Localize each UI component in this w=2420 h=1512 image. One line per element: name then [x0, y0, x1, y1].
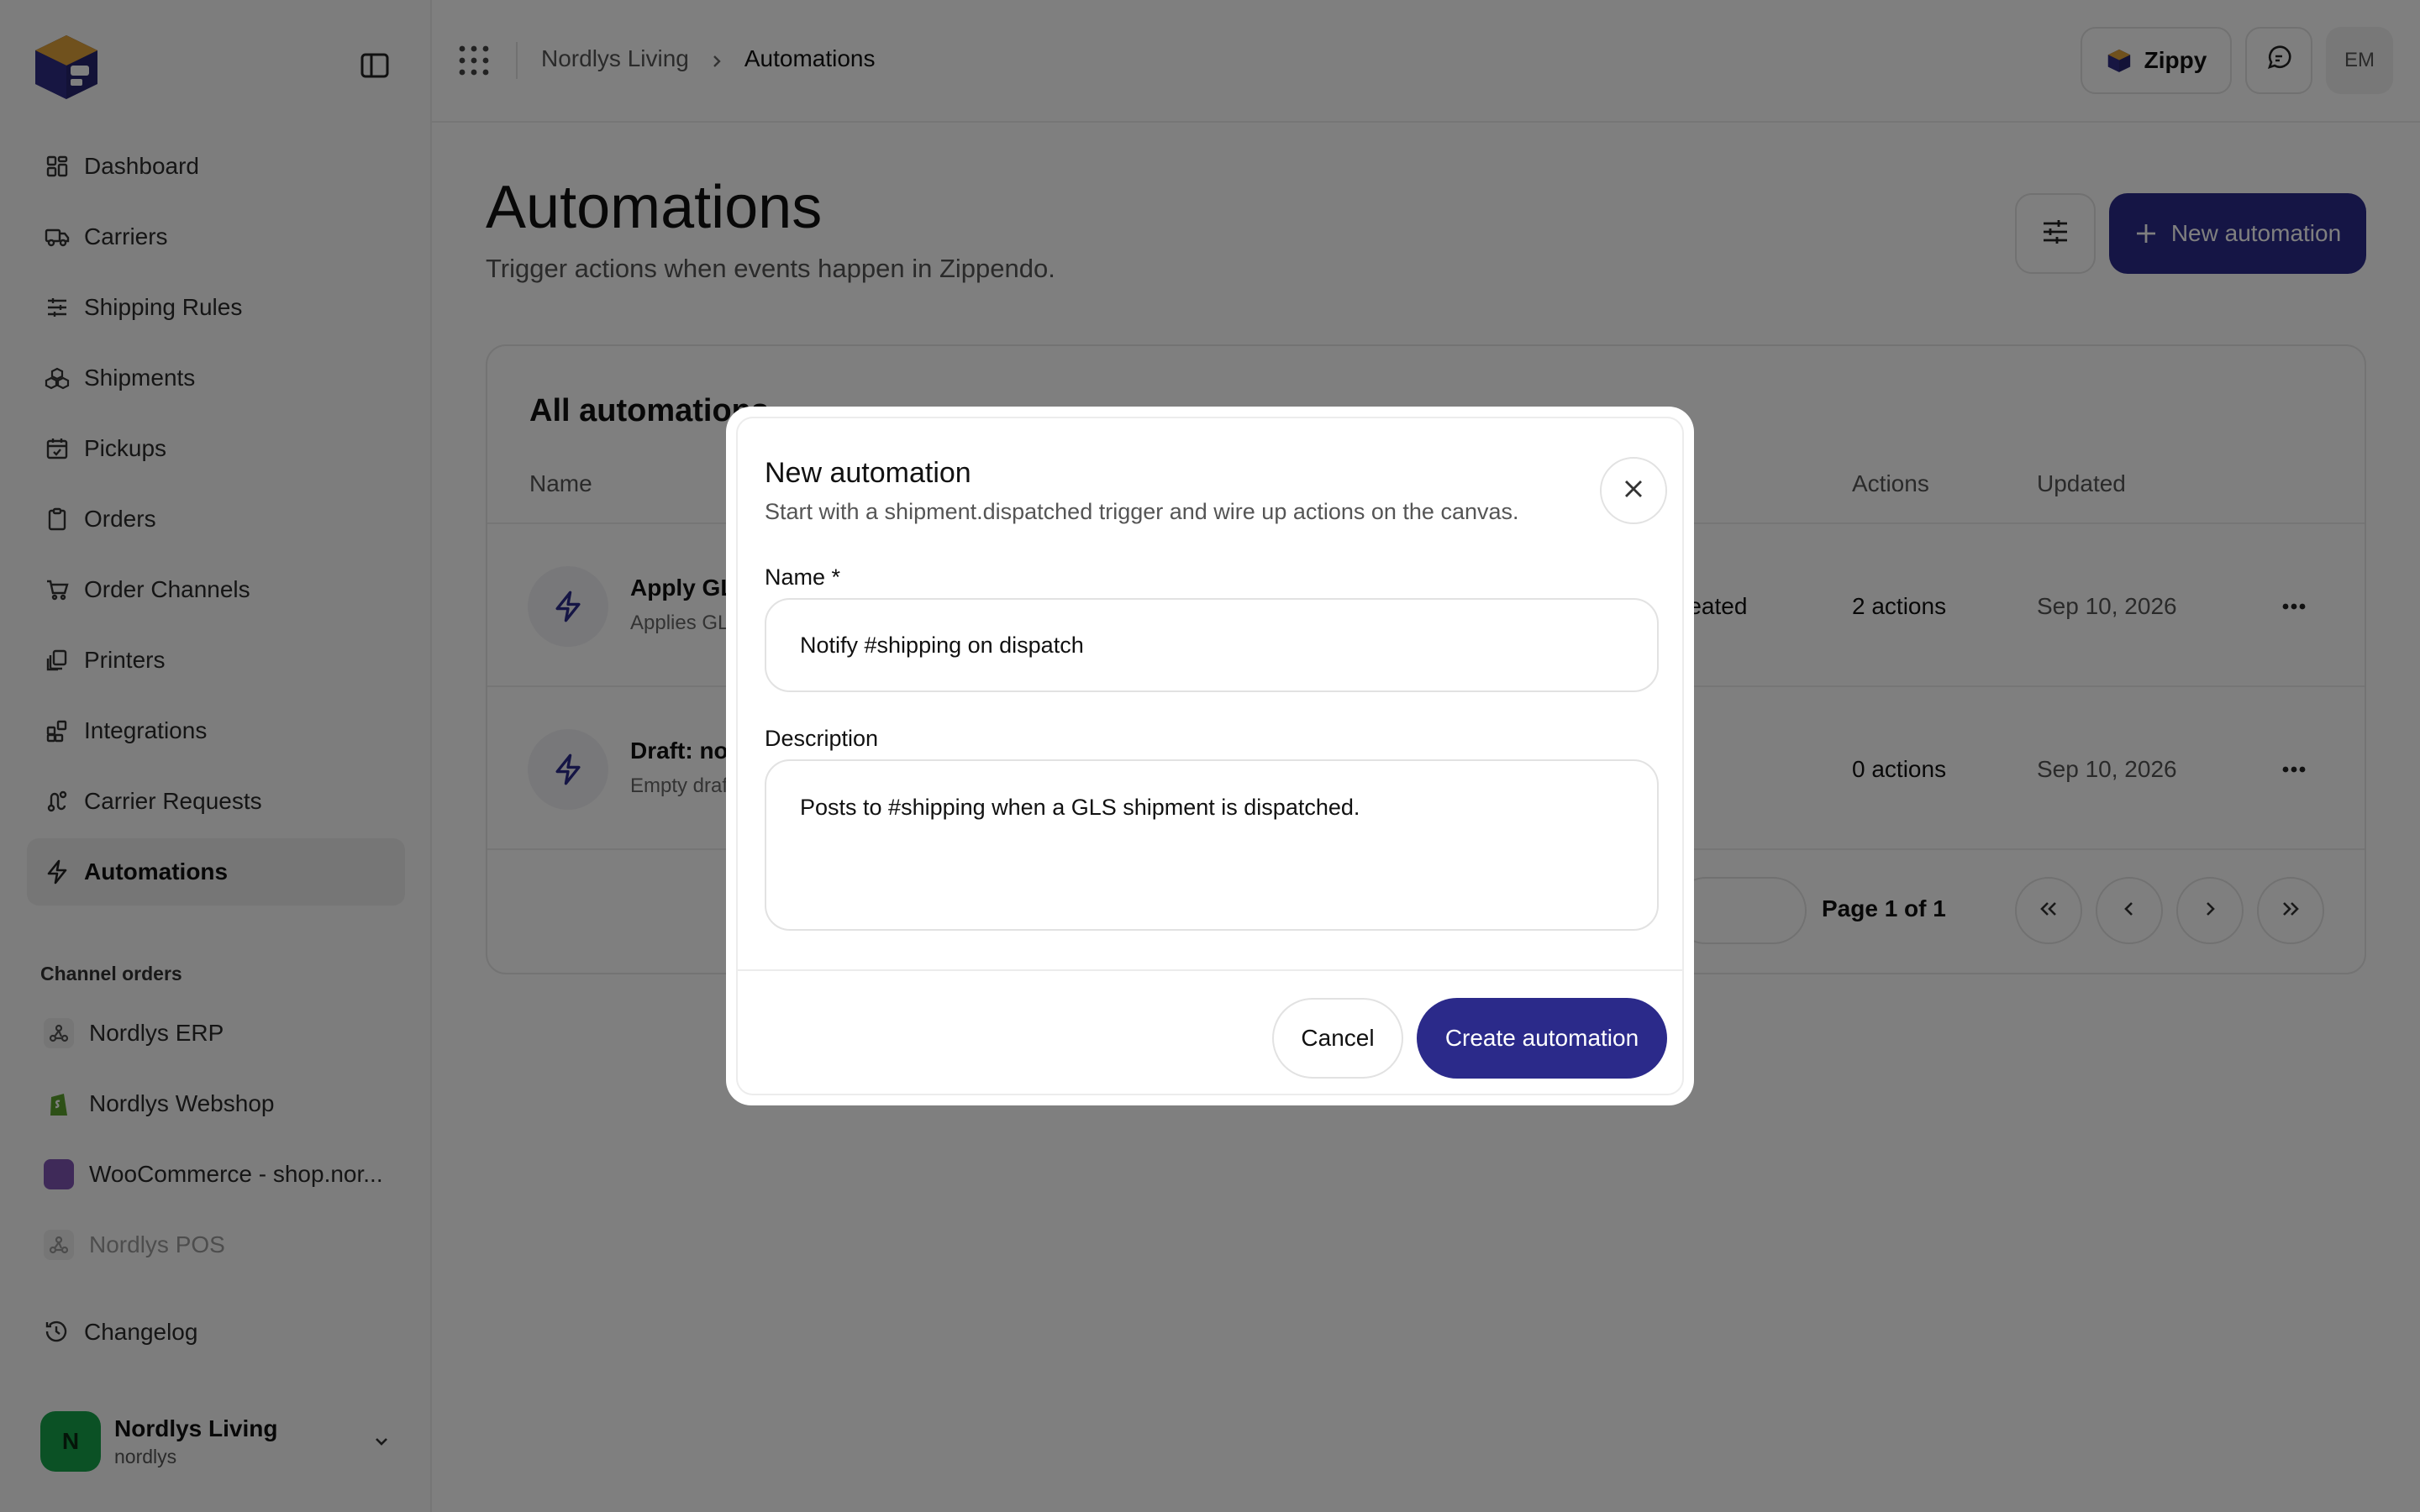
name-field-label: Name *	[765, 564, 841, 590]
dialog-subtitle: Start with a shipment.dispatched trigger…	[765, 499, 1519, 524]
description-field-label: Description	[765, 726, 879, 751]
name-input[interactable]	[765, 598, 1659, 692]
dialog-title: New automation	[765, 457, 971, 489]
close-button[interactable]	[1600, 457, 1667, 524]
close-icon	[1621, 476, 1646, 506]
create-automation-button[interactable]: Create automation	[1417, 998, 1667, 1079]
new-automation-dialog: New automation Start with a shipment.dis…	[726, 407, 1694, 1105]
dialog-footer-divider	[738, 969, 1682, 971]
cancel-button[interactable]: Cancel	[1272, 998, 1403, 1079]
description-textarea[interactable]: Posts to #shipping when a GLS shipment i…	[765, 759, 1659, 931]
dialog-panel: New automation Start with a shipment.dis…	[736, 417, 1684, 1095]
